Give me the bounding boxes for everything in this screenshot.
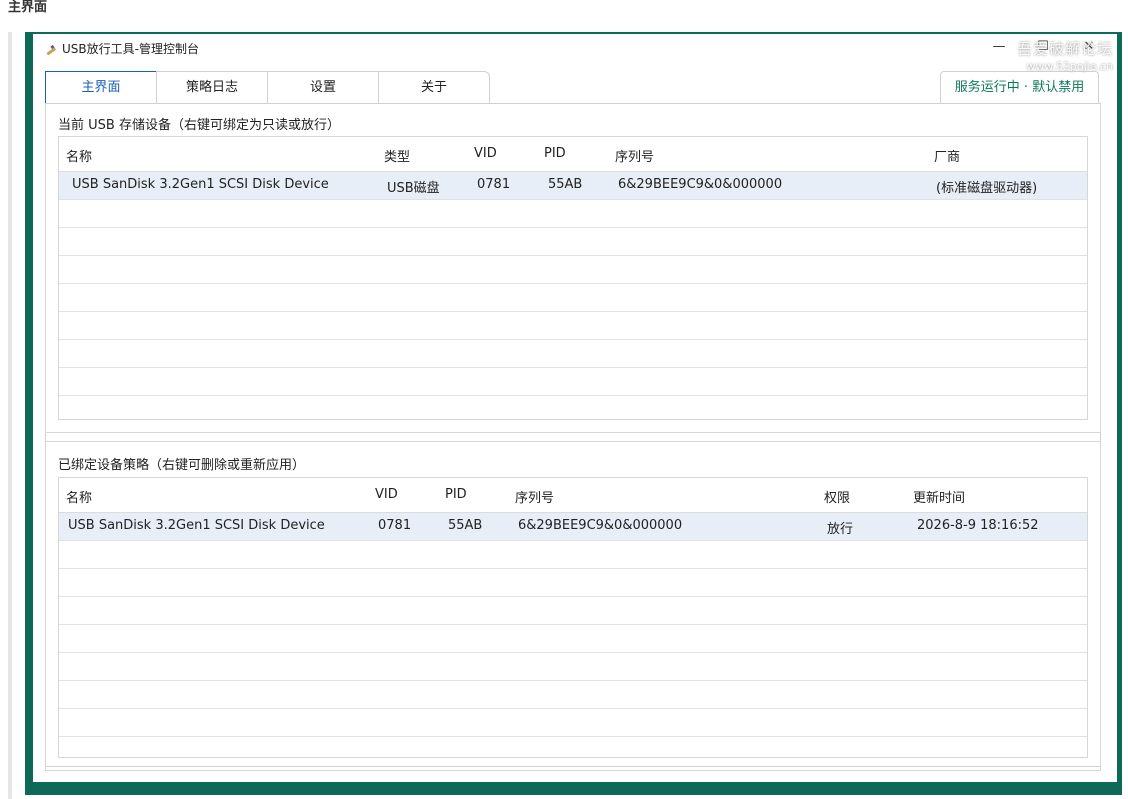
- empty-row: [59, 368, 1087, 396]
- tab-main[interactable]: 主界面: [45, 71, 157, 104]
- cell-vid: 0781: [477, 177, 511, 192]
- policy-group-title: 已绑定设备策略（右键可删除或重新应用）: [58, 458, 306, 473]
- col-vid[interactable]: VID: [375, 487, 398, 502]
- empty-row: [59, 653, 1087, 681]
- col-pid[interactable]: PID: [544, 146, 566, 161]
- cell-serial: 6&29BEE9C9&0&000000: [618, 177, 783, 192]
- empty-row: [59, 340, 1087, 368]
- col-name[interactable]: 名称: [66, 487, 92, 506]
- col-name[interactable]: 名称: [66, 146, 92, 165]
- empty-row: [59, 312, 1087, 340]
- tab-about[interactable]: 关于: [378, 71, 490, 103]
- col-type[interactable]: 类型: [384, 146, 410, 165]
- col-serial[interactable]: 序列号: [615, 146, 654, 165]
- empty-row: [59, 228, 1087, 256]
- app-window: USB放行工具-管理控制台 — ☐ ✕ 吾爱破解论坛 www.52pojie.c…: [33, 34, 1117, 782]
- table-row[interactable]: USB SanDisk 3.2Gen1 SCSI Disk Device USB…: [59, 172, 1087, 200]
- empty-row: [59, 396, 1087, 419]
- empty-row: [59, 284, 1087, 312]
- empty-row: [59, 256, 1087, 284]
- empty-row: [59, 200, 1087, 228]
- empty-row: [59, 681, 1087, 709]
- col-updated[interactable]: 更新时间: [913, 487, 965, 506]
- empty-row: [59, 541, 1087, 569]
- policy-table-header: 名称 VID PID 序列号 权限 更新时间: [59, 478, 1087, 513]
- empty-row: [59, 737, 1087, 757]
- policy-table[interactable]: 名称 VID PID 序列号 权限 更新时间 USB SanDisk 3.2Ge…: [58, 477, 1088, 758]
- cell-name: USB SanDisk 3.2Gen1 SCSI Disk Device: [68, 518, 325, 533]
- watermark: 吾爱破解论坛 www.52pojie.cn: [1017, 38, 1113, 73]
- empty-row: [59, 569, 1087, 597]
- cell-vid: 0781: [378, 518, 412, 533]
- minimize-button[interactable]: —: [990, 38, 1008, 56]
- empty-row: [59, 597, 1087, 625]
- tab-settings[interactable]: 设置: [267, 71, 379, 103]
- maximize-button[interactable]: ☐: [1034, 38, 1052, 56]
- device-table-header: 名称 类型 VID PID 序列号 厂商: [59, 137, 1087, 172]
- service-status: 服务运行中 · 默认禁用: [940, 71, 1099, 103]
- col-permission[interactable]: 权限: [824, 487, 850, 506]
- close-button[interactable]: ✕: [1080, 38, 1098, 56]
- left-rule: [8, 32, 12, 799]
- cell-permission: 放行: [827, 522, 854, 537]
- cell-name: USB SanDisk 3.2Gen1 SCSI Disk Device: [72, 177, 329, 192]
- cell-type: USB磁盘: [387, 181, 440, 196]
- cell-pid: 55AB: [448, 518, 483, 533]
- cell-updated: 2026-8-9 18:16:52: [917, 518, 1039, 533]
- watermark-title: 吾爱破解论坛: [1016, 40, 1113, 58]
- col-serial[interactable]: 序列号: [515, 487, 554, 506]
- empty-row: [59, 625, 1087, 653]
- usb-app-icon: [45, 42, 57, 56]
- empty-row: [59, 709, 1087, 737]
- table-row[interactable]: USB SanDisk 3.2Gen1 SCSI Disk Device 078…: [59, 513, 1087, 541]
- tab-policy-log[interactable]: 策略日志: [156, 71, 268, 103]
- cell-vendor: (标准磁盘驱动器): [936, 181, 1038, 196]
- title-bar[interactable]: USB放行工具-管理控制台 — ☐ ✕ 吾爱破解论坛 www.52pojie.c…: [33, 34, 1117, 73]
- col-vendor[interactable]: 厂商: [934, 146, 960, 165]
- col-vid[interactable]: VID: [474, 146, 497, 161]
- window-title: USB放行工具-管理控制台: [62, 42, 199, 56]
- device-group-title: 当前 USB 存储设备（右键可绑定为只读或放行）: [58, 118, 340, 133]
- cell-serial: 6&29BEE9C9&0&000000: [518, 518, 683, 533]
- cell-pid: 55AB: [548, 177, 583, 192]
- col-pid[interactable]: PID: [445, 487, 467, 502]
- device-table[interactable]: 名称 类型 VID PID 序列号 厂商 USB SanDisk 3.2Gen1…: [58, 136, 1088, 420]
- page-heading: 主界面: [8, 0, 48, 15]
